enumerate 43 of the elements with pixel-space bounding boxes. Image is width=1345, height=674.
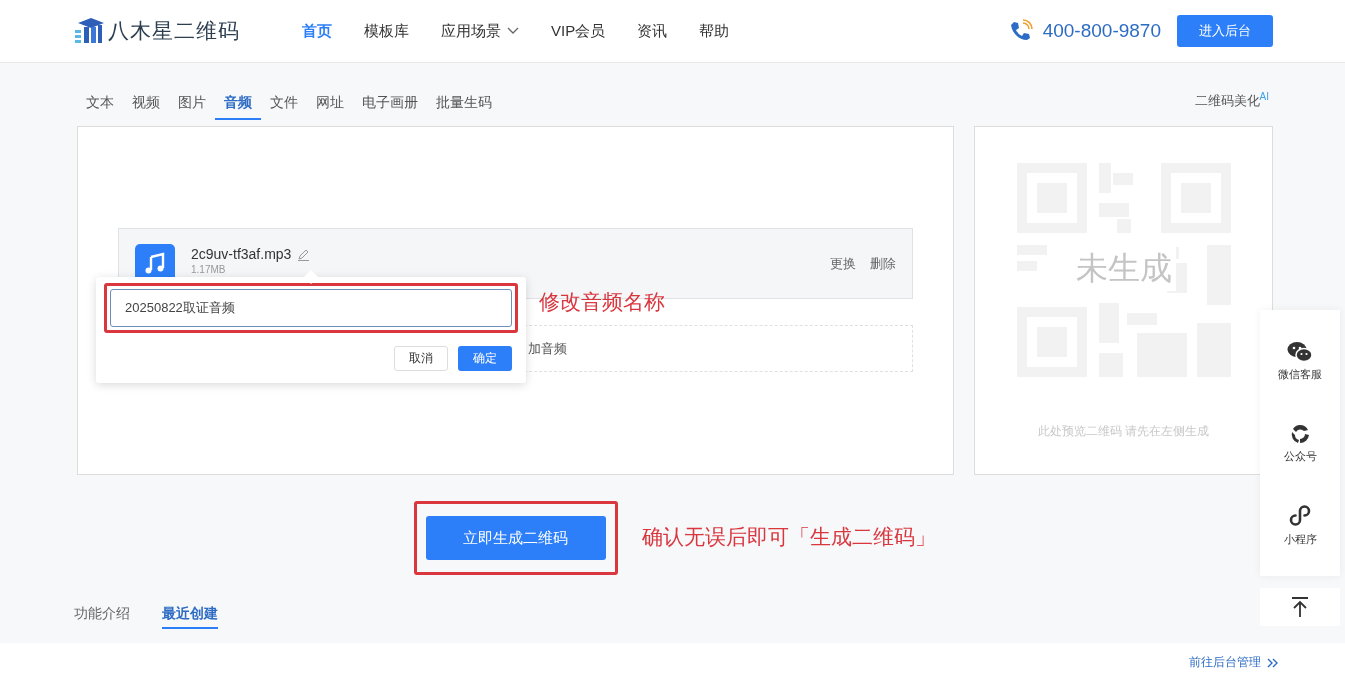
logo-icon xyxy=(74,17,104,45)
logo-text: 八木星二维码 xyxy=(108,18,240,44)
link-loop-icon xyxy=(1289,503,1311,528)
section-tab[interactable]: 功能介绍 xyxy=(74,605,130,629)
type-tab[interactable]: 批量生码 xyxy=(427,94,501,120)
pencil-icon[interactable] xyxy=(297,247,311,261)
file-action-link[interactable]: 更换 xyxy=(830,254,856,273)
file-name: 2c9uv-tf3af.mp3 xyxy=(191,246,292,262)
contact-link[interactable]: 微信客服 xyxy=(1260,320,1340,402)
type-tab[interactable]: 电子画册 xyxy=(353,94,427,120)
cancel-button[interactable]: 取消 xyxy=(394,346,448,371)
type-tab[interactable]: 图片 xyxy=(169,94,215,120)
back-to-top-button[interactable] xyxy=(1260,588,1340,626)
contact-link[interactable]: 公众号 xyxy=(1260,402,1340,484)
nav-link[interactable]: 首页 xyxy=(286,21,348,41)
double-chevron-icon xyxy=(1267,657,1279,668)
nav-link[interactable]: 帮助 xyxy=(683,21,746,41)
contact-link[interactable]: 小程序 xyxy=(1260,484,1340,566)
confirm-button[interactable]: 确定 xyxy=(458,346,512,371)
nav-link[interactable]: 应用场景 xyxy=(425,21,535,41)
nav-link[interactable]: 资讯 xyxy=(621,21,684,41)
type-tab[interactable]: 音频 xyxy=(215,94,261,120)
generate-button[interactable]: 立即生成二维码 xyxy=(425,516,606,560)
console-link[interactable]: 前往后台管理 xyxy=(1189,654,1279,671)
annotation-text: 修改音频名称 xyxy=(539,289,665,315)
arrow-up-icon xyxy=(1291,596,1309,618)
nav-link[interactable]: VIP会员 xyxy=(535,21,622,41)
annotation-text: 确认无误后即可「生成二维码」 xyxy=(642,524,936,550)
file-size: 1.17MB xyxy=(191,264,227,275)
section-tab[interactable]: 最近创建 xyxy=(162,605,218,629)
audio-name-field[interactable]: 20250822取证音频 xyxy=(110,289,512,327)
nav-link[interactable]: 模板库 xyxy=(348,21,425,41)
chat-bubbles-icon xyxy=(1287,340,1313,363)
console-button[interactable]: 进入后台 xyxy=(1177,15,1273,47)
type-tab[interactable]: 视频 xyxy=(123,94,169,120)
swirl-icon xyxy=(1289,422,1311,445)
beautify-link[interactable]: 二维码美化$^{AI}$ xyxy=(1194,90,1269,120)
type-tab[interactable]: 网址 xyxy=(307,94,353,120)
phone-icon xyxy=(1008,19,1033,43)
type-tab[interactable]: 文件 xyxy=(261,94,307,120)
phone-number: 400-800-9870 xyxy=(1042,20,1161,42)
type-tab[interactable]: 文本 xyxy=(77,94,123,120)
file-action-link[interactable]: 删除 xyxy=(870,254,896,273)
